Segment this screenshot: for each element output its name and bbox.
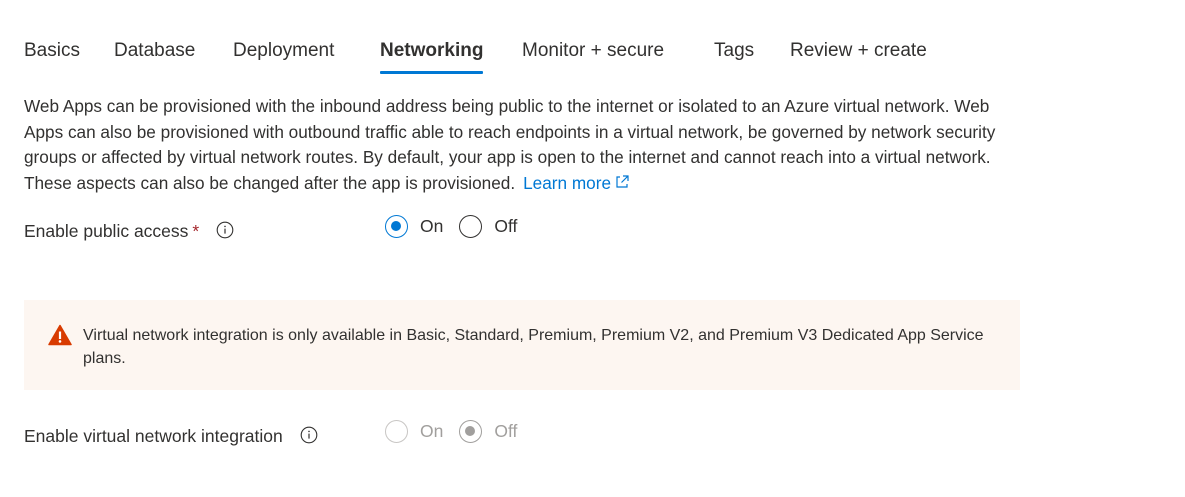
- external-link-icon: [614, 172, 630, 198]
- public-access-radio-group: On Off: [385, 215, 533, 238]
- public-access-on-radio[interactable]: On: [385, 215, 443, 238]
- warning-banner: Virtual network integration is only avai…: [24, 300, 1020, 390]
- public-access-off-radio[interactable]: Off: [459, 215, 517, 238]
- radio-button[interactable]: [459, 215, 483, 238]
- tab-networking[interactable]: Networking: [380, 38, 484, 74]
- vnet-integration-off-radio[interactable]: Off: [459, 420, 517, 443]
- info-icon[interactable]: [216, 221, 234, 244]
- required-marker: *: [192, 221, 200, 241]
- tab-basics[interactable]: Basics: [24, 38, 80, 68]
- radio-button-disabled[interactable]: [385, 420, 408, 443]
- active-tab-indicator: [380, 71, 484, 74]
- learn-more-link[interactable]: Learn more: [523, 173, 630, 193]
- vnet-integration-field-label: Enable virtual network integration: [24, 426, 318, 449]
- tab-monitor-secure[interactable]: Monitor + secure: [522, 38, 664, 68]
- tab-deployment[interactable]: Deployment: [233, 38, 334, 68]
- description-text: Web Apps can be provisioned with the inb…: [24, 96, 996, 193]
- vnet-integration-radio-group: On Off: [385, 420, 533, 443]
- tab-tags[interactable]: Tags: [714, 38, 754, 68]
- public-access-field-label: Enable public access *: [24, 221, 234, 244]
- tab-database[interactable]: Database: [114, 38, 195, 68]
- radio-button-checked[interactable]: [385, 215, 408, 238]
- tab-review-create[interactable]: Review + create: [790, 38, 927, 68]
- vnet-integration-on-radio[interactable]: On: [385, 420, 443, 443]
- networking-description: Web Apps can be provisioned with the inb…: [24, 94, 1024, 197]
- info-icon[interactable]: [300, 426, 318, 449]
- radio-button-disabled-checked[interactable]: [459, 420, 483, 443]
- warning-icon: [48, 324, 72, 351]
- warning-message: Virtual network integration is only avai…: [83, 327, 984, 367]
